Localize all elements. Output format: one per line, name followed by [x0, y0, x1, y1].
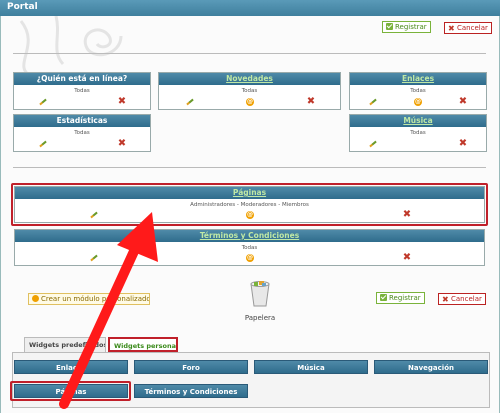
widget-visibility: Todas — [410, 88, 426, 94]
widget-title[interactable]: Novedades — [159, 73, 340, 85]
tab-widgets-predefinidos[interactable]: Widgets predefinidos — [24, 337, 106, 352]
widget-visibility: Todas — [241, 88, 258, 94]
widget-title: ¿Quién está en línea? — [14, 73, 150, 85]
edit-icon[interactable] — [185, 97, 195, 107]
widget-title[interactable]: Términos y Condiciones — [15, 230, 484, 242]
edit-icon[interactable] — [38, 139, 48, 149]
widget-title: Estadísticas — [14, 115, 150, 127]
widget-pill-musica[interactable]: Música — [254, 360, 368, 374]
create-custom-module-link[interactable]: Crear un módulo personalizado — [28, 293, 150, 305]
delete-icon[interactable]: ✖ — [458, 139, 468, 149]
edit-icon[interactable] — [89, 253, 99, 263]
cancel-button-top[interactable]: ✖ Cancelar — [444, 22, 492, 34]
options-icon[interactable]: @ — [414, 98, 422, 106]
widget-pill-navegacion[interactable]: Navegación — [374, 360, 488, 374]
check-icon — [386, 23, 393, 30]
widget-terminos[interactable]: Términos y Condiciones Todas @ ✖ — [14, 229, 485, 266]
trash-label: Papelera — [244, 314, 276, 322]
portal-title: Portal — [7, 2, 38, 12]
delete-icon[interactable]: ✖ — [306, 97, 316, 107]
edit-icon[interactable] — [368, 139, 378, 149]
register-button-top[interactable]: Registrar — [382, 21, 431, 33]
delete-icon[interactable]: ✖ — [402, 253, 412, 263]
widget-musica[interactable]: Música Todas ✖ — [349, 114, 487, 152]
widget-pill-foro[interactable]: Foro — [134, 360, 248, 374]
cancel-button-bottom[interactable]: ✖ Cancelar — [438, 293, 486, 305]
widget-visibility: Todas — [410, 130, 426, 136]
delete-icon[interactable]: ✖ — [117, 139, 127, 149]
separator-top — [13, 53, 486, 54]
close-icon: ✖ — [442, 295, 449, 304]
widget-title[interactable]: Enlaces — [350, 73, 486, 85]
register-button-bottom[interactable]: Registrar — [376, 292, 425, 304]
widget-novedades[interactable]: Novedades Todas @ ✖ — [158, 72, 341, 110]
widget-visibility: Todas — [241, 245, 258, 251]
widget-title[interactable]: Música — [350, 115, 486, 127]
widget-quien-esta-en-linea[interactable]: ¿Quién está en línea? Todas ✖ — [13, 72, 151, 110]
highlight-paginas-pill — [10, 381, 131, 401]
add-module-icon — [32, 295, 39, 302]
close-icon: ✖ — [448, 24, 455, 33]
widget-visibility: Todas — [74, 130, 90, 136]
widget-pill-terminos[interactable]: Términos y Condiciones — [134, 384, 248, 398]
portal-header: Portal — [0, 0, 500, 16]
edit-icon[interactable] — [368, 97, 378, 107]
highlight-paginas — [11, 183, 488, 226]
options-icon[interactable]: @ — [246, 98, 254, 106]
tab-widgets-personales[interactable]: Widgets personales — [108, 337, 178, 352]
widget-pill-enlaces[interactable]: Enlaces — [14, 360, 128, 374]
widget-enlaces[interactable]: Enlaces Todas @ ✖ — [349, 72, 487, 110]
widget-visibility: Todas — [74, 88, 90, 94]
edit-icon[interactable] — [38, 97, 48, 107]
trash-icon[interactable] — [247, 280, 273, 308]
check-icon — [380, 294, 387, 301]
delete-icon[interactable]: ✖ — [458, 97, 468, 107]
widget-estadisticas[interactable]: Estadísticas Todas ✖ — [13, 114, 151, 152]
options-icon[interactable]: @ — [246, 254, 254, 262]
delete-icon[interactable]: ✖ — [117, 97, 127, 107]
separator-middle — [13, 167, 486, 168]
